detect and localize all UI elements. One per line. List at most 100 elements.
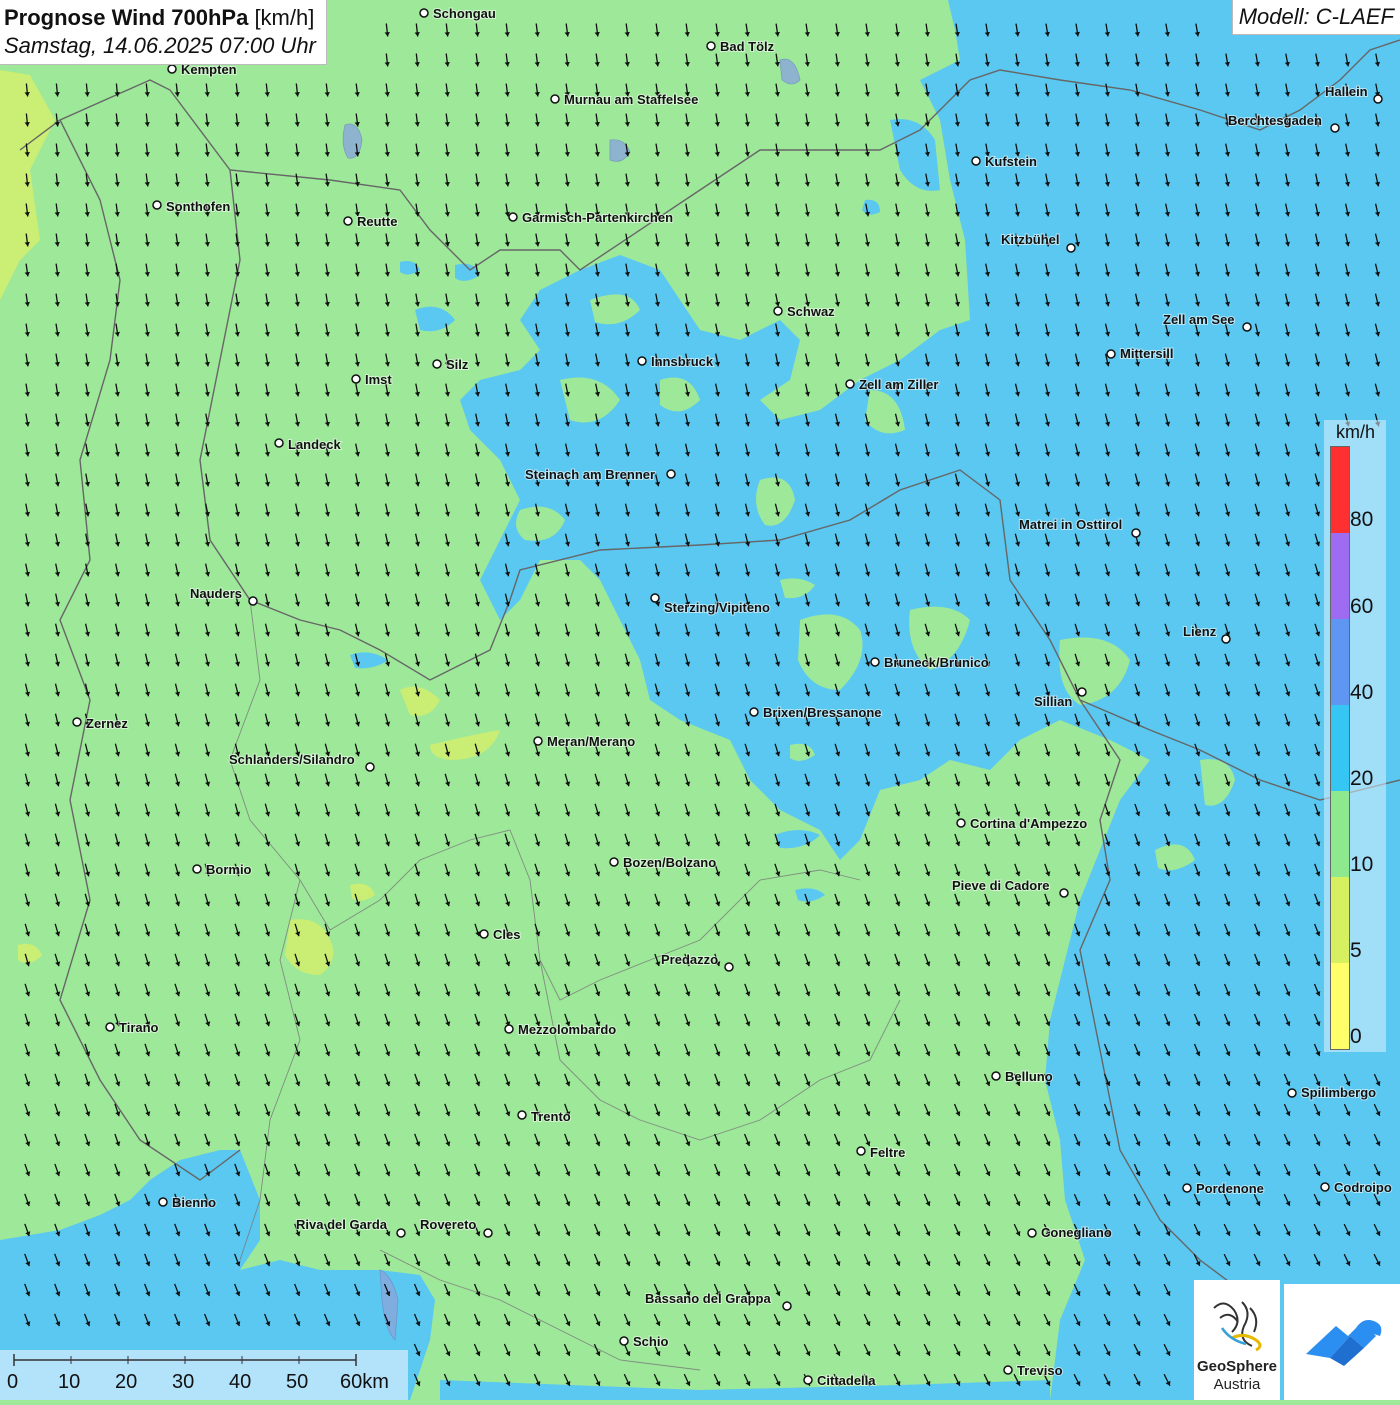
scale-label: 10: [58, 1371, 81, 1393]
svg-text:Garmisch-Partenkirchen: Garmisch-Partenkirchen: [522, 210, 673, 225]
city-marker: Steinach am Brenner: [524, 466, 676, 483]
scale-bar: 0 10 20 30 40 50 60km: [0, 1350, 408, 1400]
city-marker: Murnau am Staffelsee: [550, 91, 699, 108]
city-marker: Conegliano: [1027, 1224, 1113, 1241]
svg-text:Landeck: Landeck: [288, 437, 342, 452]
svg-text:Schongau: Schongau: [433, 6, 496, 21]
scale-label: 30: [172, 1371, 195, 1393]
scale-label: 0: [7, 1371, 19, 1393]
legend-tick: 60: [1350, 595, 1374, 618]
title-unit: [km/h]: [254, 5, 315, 30]
forecast-datetime: Samstag, 14.06.2025 07:00 Uhr: [4, 33, 316, 58]
legend-tick: 10: [1350, 853, 1374, 876]
svg-text:Bassano del Grappa: Bassano del Grappa: [645, 1291, 771, 1306]
svg-text:Sillian: Sillian: [1034, 694, 1072, 709]
svg-text:Schlanders/Silandro: Schlanders/Silandro: [229, 752, 355, 767]
scale-label: 60km: [340, 1371, 389, 1393]
scale-label: 20: [115, 1371, 138, 1393]
logo-line1: GeoSphere: [1196, 1358, 1278, 1375]
svg-text:Kufstein: Kufstein: [985, 154, 1037, 169]
wind-map: Schongau Bad Tölz Kempten Murnau am Staf…: [0, 0, 1400, 1400]
svg-text:Belluno: Belluno: [1005, 1069, 1053, 1084]
svg-text:Treviso: Treviso: [1017, 1363, 1063, 1378]
svg-text:Mittersill: Mittersill: [1120, 346, 1173, 361]
svg-text:Bozen/Bolzano: Bozen/Bolzano: [623, 855, 716, 870]
svg-text:Innsbruck: Innsbruck: [651, 354, 714, 369]
svg-text:Sonthofen: Sonthofen: [166, 199, 230, 214]
map-title-box: Prognose Wind 700hPa [km/h] Samstag, 14.…: [0, 0, 327, 65]
svg-text:Hallein: Hallein: [1325, 84, 1368, 99]
svg-text:Matrei in Osttirol: Matrei in Osttirol: [1019, 517, 1122, 532]
svg-text:Bienno: Bienno: [172, 1195, 216, 1210]
legend-segment-20-40: [1331, 705, 1349, 791]
svg-text:Brixen/Bressanone: Brixen/Bressanone: [763, 705, 882, 720]
svg-text:Pieve di Cadore: Pieve di Cadore: [952, 878, 1050, 893]
legend-unit: km/h: [1336, 422, 1376, 442]
svg-text:Feltre: Feltre: [870, 1145, 905, 1160]
svg-text:Imst: Imst: [365, 372, 392, 387]
legend-segment-80-plus: [1331, 447, 1349, 533]
legend-segment-0-5: [1331, 963, 1349, 1049]
svg-text:Schio: Schio: [633, 1334, 668, 1349]
city-marker: Mezzolombardo: [504, 1021, 617, 1038]
city-marker: Garmisch-Partenkirchen: [508, 209, 674, 226]
svg-text:Berchtesgaden: Berchtesgaden: [1228, 113, 1322, 128]
city-marker: Spilimbergo: [1287, 1084, 1377, 1101]
svg-text:Pordenone: Pordenone: [1196, 1181, 1264, 1196]
svg-text:Lienz: Lienz: [1183, 624, 1217, 639]
svg-text:Zernez: Zernez: [86, 716, 128, 731]
title-main: Prognose Wind 700hPa: [4, 5, 249, 30]
svg-text:Murnau am Staffelsee: Murnau am Staffelsee: [564, 92, 698, 107]
legend-segment-60-80: [1331, 533, 1349, 619]
svg-text:Rovereto: Rovereto: [420, 1217, 476, 1232]
city-marker: Zell am Ziller: [845, 376, 939, 393]
svg-text:Silz: Silz: [446, 357, 469, 372]
svg-text:Reutte: Reutte: [357, 214, 397, 229]
svg-text:Zell am See: Zell am See: [1163, 312, 1235, 327]
legend-tick: 5: [1350, 939, 1362, 962]
city-marker: Bozen/Bolzano: [609, 854, 717, 871]
svg-text:Bad Tölz: Bad Tölz: [720, 39, 775, 54]
svg-text:Sterzing/Vipiteno: Sterzing/Vipiteno: [664, 600, 770, 615]
svg-text:Predazzo: Predazzo: [661, 952, 718, 967]
logo-line2: Austria: [1213, 1376, 1261, 1393]
scale-label: 40: [229, 1371, 252, 1393]
svg-text:Tirano: Tirano: [119, 1020, 159, 1035]
scale-label: 50: [286, 1371, 309, 1393]
svg-text:Zell am Ziller: Zell am Ziller: [859, 377, 938, 392]
svg-text:Spilimbergo: Spilimbergo: [1301, 1085, 1376, 1100]
svg-text:Bruneck/Brunico: Bruneck/Brunico: [884, 655, 989, 670]
svg-text:Trento: Trento: [531, 1109, 571, 1124]
legend-color-bar: [1330, 446, 1350, 1050]
svg-text:Bormio: Bormio: [206, 862, 252, 877]
svg-text:Conegliano: Conegliano: [1041, 1225, 1112, 1240]
legend-tick: 20: [1350, 767, 1374, 790]
legend-tick: 80: [1350, 508, 1374, 531]
scale-bar-line: [13, 1354, 357, 1366]
app-logo[interactable]: [1284, 1284, 1400, 1400]
svg-text:Steinach am Brenner: Steinach am Brenner: [525, 467, 655, 482]
model-label: Modell: C-LAEF: [1231, 0, 1400, 35]
legend-tick: 40: [1350, 681, 1374, 704]
city-marker: Brixen/Bressanone: [749, 704, 883, 721]
svg-text:Kitzbühel: Kitzbühel: [1001, 232, 1060, 247]
svg-text:Riva del Garda: Riva del Garda: [296, 1217, 388, 1232]
app-logo-icon: [1306, 1320, 1382, 1366]
svg-text:Meran/Merano: Meran/Merano: [547, 734, 635, 749]
svg-text:Nauders: Nauders: [190, 586, 242, 601]
legend-segment-10-20: [1331, 791, 1349, 877]
svg-text:Cittadella: Cittadella: [817, 1373, 876, 1388]
svg-text:Mezzolombardo: Mezzolombardo: [518, 1022, 616, 1037]
legend-segment-5-10: [1331, 877, 1349, 963]
map-title: Prognose Wind 700hPa [km/h]: [4, 4, 316, 32]
city-marker: Cortina d'Ampezzo: [956, 815, 1088, 832]
geosphere-logo[interactable]: GeoSphere Austria: [1194, 1280, 1280, 1400]
city-marker: Bruneck/Brunico: [870, 654, 990, 671]
geosphere-logo-icon: [1213, 1301, 1262, 1352]
svg-text:Cles: Cles: [493, 927, 520, 942]
svg-text:Schwaz: Schwaz: [787, 304, 835, 319]
svg-text:Cortina d'Ampezzo: Cortina d'Ampezzo: [970, 816, 1087, 831]
city-marker: Pordenone: [1182, 1180, 1265, 1197]
svg-text:Codroipo: Codroipo: [1334, 1180, 1392, 1195]
legend-tick: 0: [1350, 1025, 1362, 1048]
